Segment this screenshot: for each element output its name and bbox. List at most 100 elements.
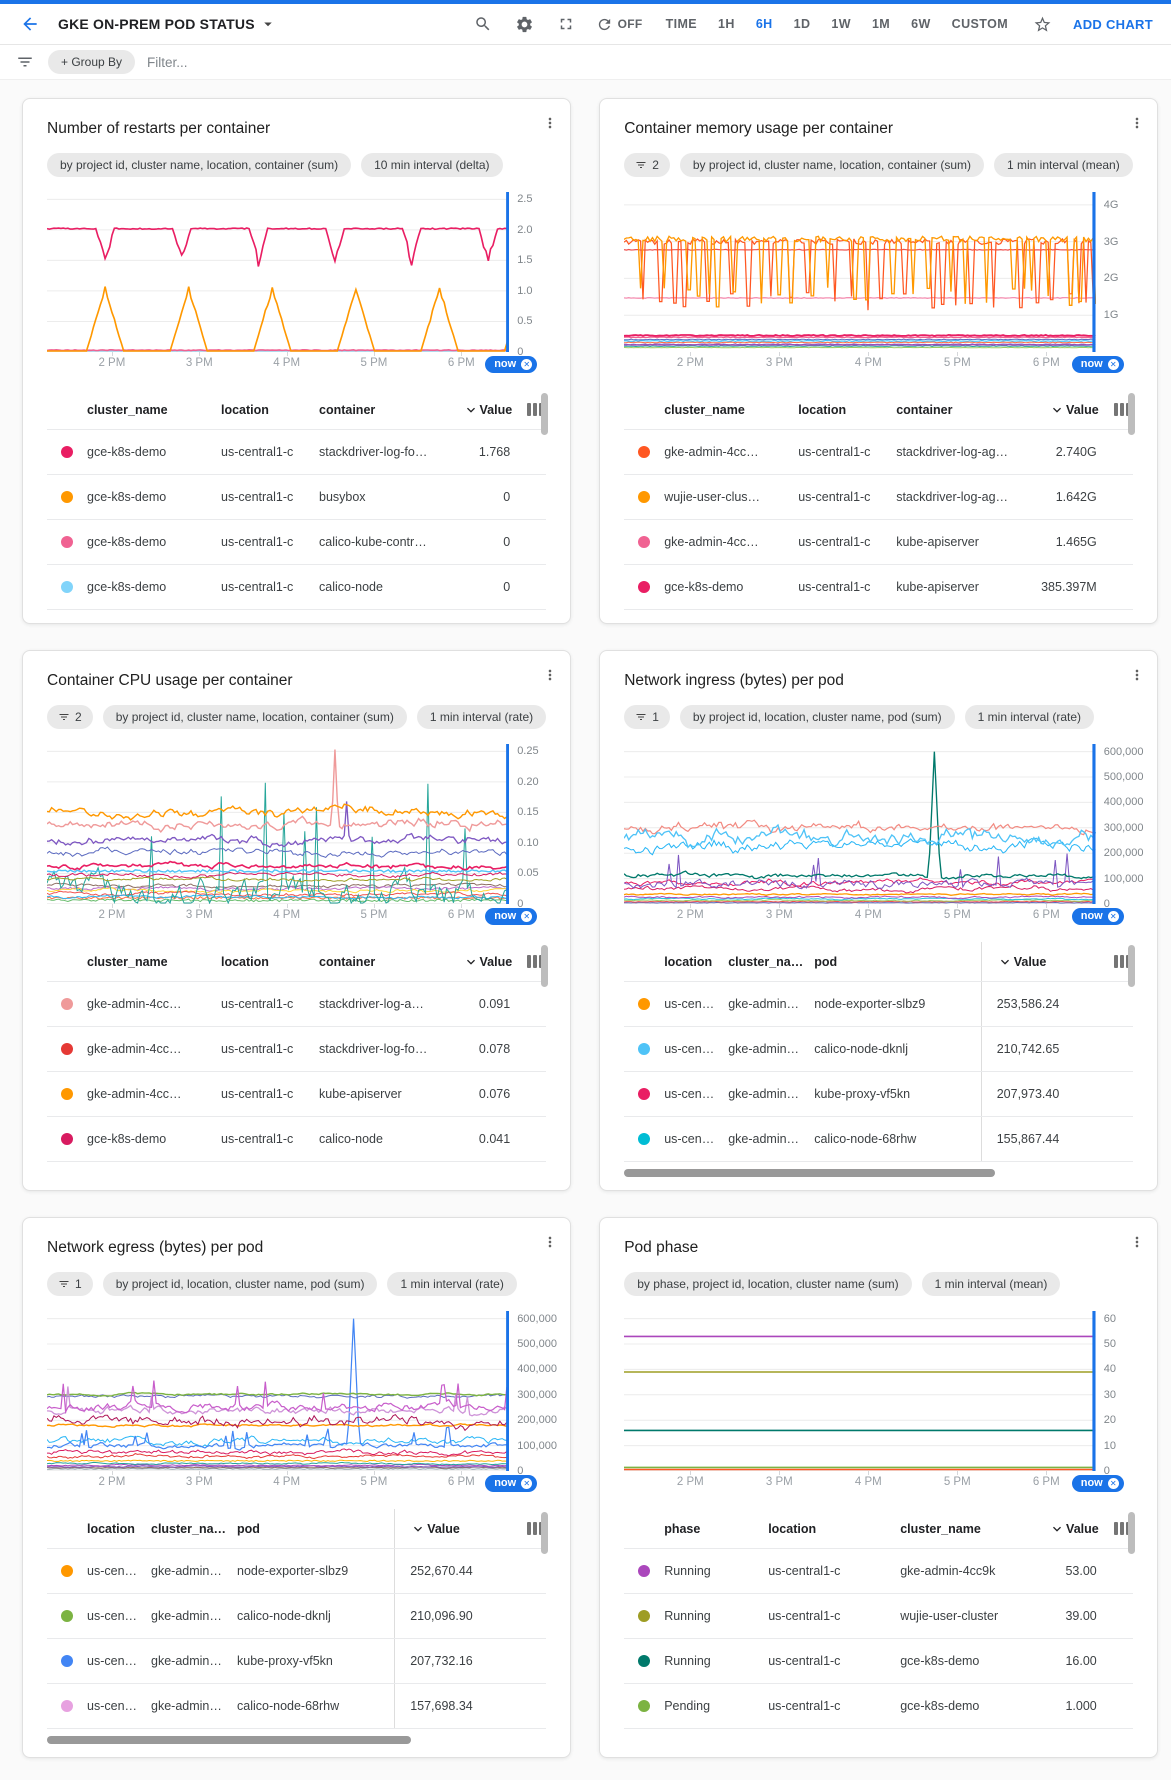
groupby-fields-chip[interactable]: by project id, cluster name, location, c… xyxy=(103,705,407,729)
dismiss-now-icon[interactable]: ✕ xyxy=(1108,911,1119,922)
value-column-header[interactable]: Value xyxy=(436,942,512,981)
plot[interactable]: now✕ xyxy=(624,192,1096,352)
interval-chip[interactable]: 1 min interval (rate) xyxy=(387,1272,516,1296)
filter-count-chip[interactable]: 1 xyxy=(624,705,670,729)
card-menu-button[interactable] xyxy=(1129,667,1145,686)
plot[interactable]: now✕ xyxy=(624,1311,1096,1471)
interval-chip[interactable]: 1 min interval (mean) xyxy=(994,153,1133,177)
groupby-fields-chip[interactable]: by project id, location, cluster name, p… xyxy=(680,705,955,729)
plot[interactable]: now✕ xyxy=(47,744,509,904)
now-badge[interactable]: now✕ xyxy=(1072,908,1124,925)
time-range-1w[interactable]: 1W xyxy=(831,17,851,31)
now-badge[interactable]: now✕ xyxy=(1072,356,1124,373)
time-range-6w[interactable]: 6W xyxy=(911,17,931,31)
table-row[interactable]: Pendingus-central1-cgce-k8s-demo1.000 xyxy=(624,1684,1133,1729)
table-vertical-scrollbar[interactable] xyxy=(541,393,548,435)
groupby-fields-chip[interactable]: by project id, location, cluster name, p… xyxy=(103,1272,378,1296)
table-vertical-scrollbar[interactable] xyxy=(1128,945,1135,987)
table-vertical-scrollbar[interactable] xyxy=(541,945,548,987)
groupby-fields-chip[interactable]: by phase, project id, location, cluster … xyxy=(624,1272,911,1296)
table-row[interactable]: us-cen…gke-admin…kube-proxy-vf5kn207,732… xyxy=(47,1639,546,1684)
filter-count-chip[interactable]: 2 xyxy=(624,153,670,177)
table-row[interactable]: gce-k8s-demous-central1-ccalico-kube-con… xyxy=(47,520,546,565)
now-badge[interactable]: now✕ xyxy=(1072,1475,1124,1492)
table-row[interactable]: Runningus-central1-cgke-admin-4cc9k53.00 xyxy=(624,1549,1133,1594)
add-chart-button[interactable]: ADD CHART xyxy=(1073,17,1153,32)
groupby-fields-chip[interactable]: by project id, cluster name, location, c… xyxy=(47,153,351,177)
table-vertical-scrollbar[interactable] xyxy=(1128,393,1135,435)
table-horizontal-scrollbar[interactable] xyxy=(47,1736,411,1744)
table-horizontal-scrollbar[interactable] xyxy=(624,1169,995,1177)
table-row[interactable]: wujie-user-clus…us-central1-cstackdriver… xyxy=(624,475,1133,520)
table-row[interactable]: us-cen…gke-admin…node-exporter-slbz9253,… xyxy=(624,982,1133,1027)
table-row[interactable]: gke-admin-4cc…us-central1-ckube-apiserve… xyxy=(47,1072,546,1117)
value-column-header[interactable]: Value xyxy=(436,390,512,429)
card-menu-button[interactable] xyxy=(542,1234,558,1253)
dismiss-now-icon[interactable]: ✕ xyxy=(521,1478,532,1489)
table-row[interactable]: gke-admin-4cc…us-central1-ckube-apiserve… xyxy=(624,520,1133,565)
back-button[interactable] xyxy=(18,12,42,36)
table-vertical-scrollbar[interactable] xyxy=(1128,1512,1135,1554)
filter-input[interactable] xyxy=(147,55,567,70)
value-column-header[interactable]: Value xyxy=(1023,390,1099,429)
table-row[interactable]: Runningus-central1-cgce-k8s-demo16.00 xyxy=(624,1639,1133,1684)
table-row[interactable]: gke-admin-4cc…us-central1-cstackdriver-l… xyxy=(47,1027,546,1072)
time-range-6h[interactable]: 6H xyxy=(756,17,773,31)
table-row[interactable]: gke-admin-4cc…us-central1-cstackdriver-l… xyxy=(624,430,1133,475)
dismiss-now-icon[interactable]: ✕ xyxy=(521,911,532,922)
filter-list-button[interactable] xyxy=(14,51,36,73)
search-button[interactable] xyxy=(472,13,494,35)
plot[interactable]: now✕ xyxy=(624,744,1096,904)
fullscreen-button[interactable] xyxy=(555,13,577,35)
table-row[interactable]: us-cen…gke-admin…node-exporter-slbz9252,… xyxy=(47,1549,546,1594)
table-row[interactable]: Runningus-central1-cwujie-user-cluster39… xyxy=(624,1594,1133,1639)
filter-count-chip[interactable]: 2 xyxy=(47,705,93,729)
table-vertical-scrollbar[interactable] xyxy=(541,1512,548,1554)
table-row[interactable]: us-cen…gke-admin…calico-node-dknlj210,74… xyxy=(624,1027,1133,1072)
value-column-header[interactable]: Value xyxy=(981,942,1099,981)
value-column-header[interactable]: Value xyxy=(394,1509,512,1548)
table-row[interactable]: us-cen…gke-admin…kube-proxy-vf5kn207,973… xyxy=(624,1072,1133,1117)
interval-chip[interactable]: 1 min interval (rate) xyxy=(965,705,1094,729)
table-cell: kube-proxy-vf5kn xyxy=(237,1654,394,1668)
card-menu-button[interactable] xyxy=(1129,115,1145,134)
filter-count-chip[interactable]: 1 xyxy=(47,1272,93,1296)
card-menu-button[interactable] xyxy=(542,115,558,134)
table-cell: gce-k8s-demo xyxy=(900,1699,1009,1713)
table-row[interactable]: us-cen…gke-admin…calico-node-dknlj210,09… xyxy=(47,1594,546,1639)
now-badge[interactable]: now✕ xyxy=(485,356,537,373)
time-range-1d[interactable]: 1D xyxy=(794,17,811,31)
groupby-fields-chip[interactable]: by project id, cluster name, location, c… xyxy=(680,153,984,177)
value-column-header[interactable]: Value xyxy=(1009,1509,1099,1548)
plot[interactable]: now✕ xyxy=(47,1311,509,1471)
table-row[interactable]: gce-k8s-demous-central1-cbusybox0 xyxy=(47,475,546,520)
table-row[interactable]: gce-k8s-demous-central1-ccalico-node0.04… xyxy=(47,1117,546,1162)
time-range-custom[interactable]: CUSTOM xyxy=(952,17,1008,31)
now-badge[interactable]: now✕ xyxy=(485,1475,537,1492)
time-range-time[interactable]: TIME xyxy=(666,17,697,31)
interval-chip[interactable]: 1 min interval (rate) xyxy=(417,705,546,729)
table-row[interactable]: gce-k8s-demous-central1-ccalico-node0 xyxy=(47,565,546,610)
table-row[interactable]: gce-k8s-demous-central1-ckube-apiserver3… xyxy=(624,565,1133,610)
group-by-chip[interactable]: + Group By xyxy=(48,50,135,74)
dismiss-now-icon[interactable]: ✕ xyxy=(1108,359,1119,370)
time-range-1h[interactable]: 1H xyxy=(718,17,735,31)
table-row[interactable]: gke-admin-4cc…us-central1-cstackdriver-l… xyxy=(47,982,546,1027)
interval-chip[interactable]: 10 min interval (delta) xyxy=(361,153,502,177)
dismiss-now-icon[interactable]: ✕ xyxy=(1108,1478,1119,1489)
table-row[interactable]: us-cen…gke-admin…calico-node-68rhw155,86… xyxy=(624,1117,1133,1162)
table-row[interactable]: gce-k8s-demous-central1-cstackdriver-log… xyxy=(47,430,546,475)
plot[interactable]: now✕ xyxy=(47,192,509,352)
now-badge[interactable]: now✕ xyxy=(485,908,537,925)
card-menu-button[interactable] xyxy=(1129,1234,1145,1253)
table-row[interactable]: us-cen…gke-admin…calico-node-68rhw157,69… xyxy=(47,1684,546,1729)
dashboard-title-dropdown[interactable] xyxy=(259,15,277,33)
settings-button[interactable] xyxy=(513,13,536,36)
time-range-1m[interactable]: 1M xyxy=(872,17,890,31)
auto-refresh-control[interactable]: OFF xyxy=(596,16,643,33)
favorite-button[interactable] xyxy=(1031,13,1054,36)
dismiss-now-icon[interactable]: ✕ xyxy=(521,359,532,370)
interval-chip[interactable]: 1 min interval (mean) xyxy=(922,1272,1061,1296)
card-menu-button[interactable] xyxy=(542,667,558,686)
kebab-icon xyxy=(542,667,558,683)
